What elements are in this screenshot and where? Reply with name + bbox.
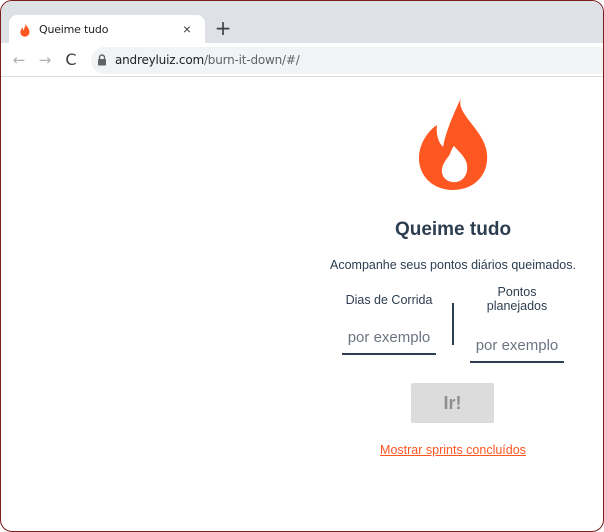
flame-icon (20, 23, 30, 37)
browser-toolbar: ← → C andreyluiz.com/burn-it-down/#/ (1, 43, 603, 77)
field-divider (452, 303, 454, 345)
url-text[interactable]: andreyluiz.com/burn-it-down/#/ (115, 53, 300, 67)
sprint-days-input[interactable] (342, 321, 436, 355)
go-button[interactable]: Ir! (411, 383, 494, 423)
browser-window: Queime tudo × + ← → C andreyluiz.com/bur… (0, 0, 604, 532)
address-bar[interactable]: andreyluiz.com/burn-it-down/#/ (91, 47, 603, 74)
page-content: Queime tudo Acompanhe seus pontos diário… (1, 77, 603, 531)
page-subtitle: Acompanhe seus pontos diários queimados. (330, 258, 576, 272)
sprint-days-label: Dias de Corrida (345, 293, 433, 307)
close-icon[interactable]: × (179, 21, 195, 37)
back-icon[interactable]: ← (9, 50, 29, 70)
flame-icon (418, 98, 488, 190)
tab-title: Queime tudo (39, 23, 109, 36)
planned-points-input[interactable] (470, 329, 564, 363)
show-completed-sprints-link[interactable]: Mostrar sprints concluídos (303, 443, 603, 457)
new-tab-button[interactable]: + (213, 18, 233, 38)
reload-icon[interactable]: C (61, 50, 81, 70)
url-host: andreyluiz.com (115, 53, 204, 67)
url-path: /burn-it-down/#/ (203, 53, 300, 67)
tab-strip: Queime tudo × + (1, 1, 603, 45)
tab-queime-tudo[interactable]: Queime tudo × (9, 15, 205, 45)
lock-icon[interactable] (97, 54, 107, 66)
forward-icon[interactable]: → (35, 50, 55, 70)
planned-points-label: Pontos planejados (486, 285, 548, 313)
page-title: Queime tudo (394, 219, 512, 240)
